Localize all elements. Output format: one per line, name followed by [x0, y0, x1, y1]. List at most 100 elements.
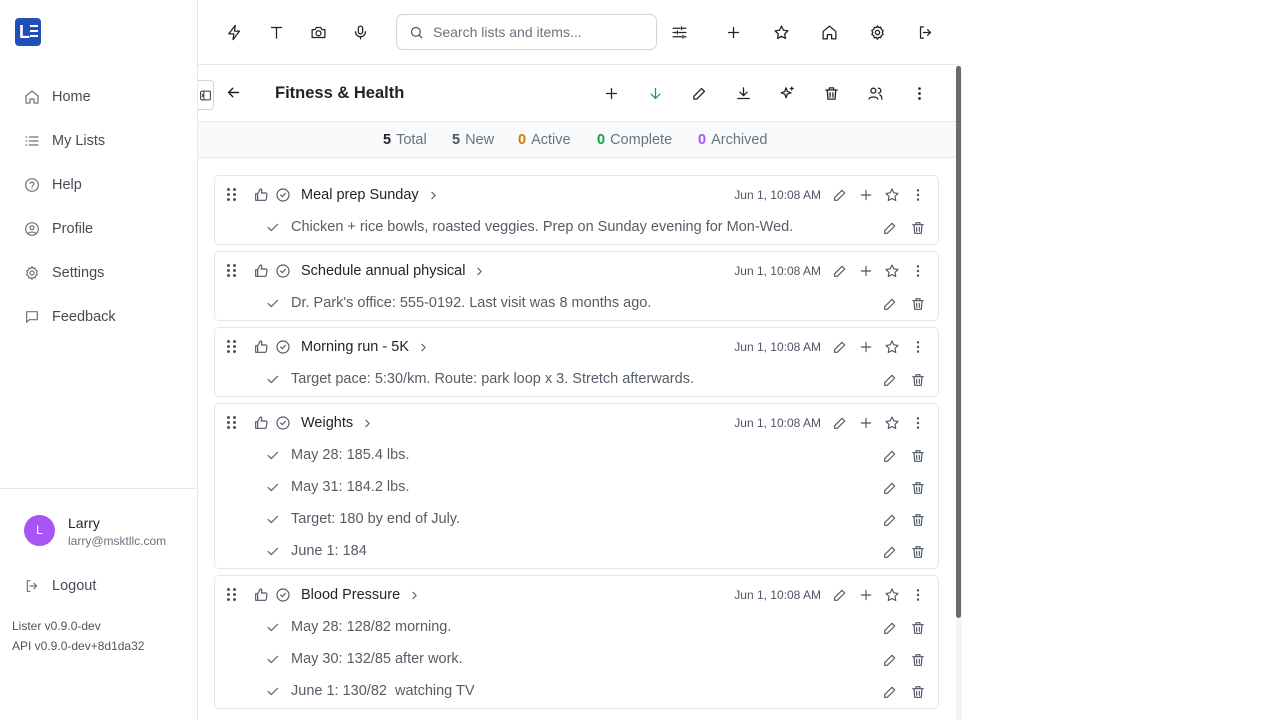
plus-button[interactable] — [857, 186, 875, 204]
sidebar-item-home[interactable]: Home — [24, 89, 91, 105]
thumbs-up-button[interactable] — [252, 262, 270, 280]
logout-button[interactable]: Logout — [24, 578, 96, 594]
check-circle-button[interactable] — [274, 586, 292, 604]
app-logo[interactable]: L — [15, 18, 41, 46]
check-icon[interactable] — [265, 620, 280, 638]
more-options-button[interactable] — [910, 84, 928, 102]
signout-button[interactable] — [915, 22, 935, 42]
sidebar-item-help[interactable]: Help — [24, 177, 82, 193]
quick-add-button[interactable] — [224, 22, 244, 42]
check-icon[interactable] — [265, 296, 280, 314]
thumbs-up-button[interactable] — [252, 414, 270, 432]
check-icon[interactable] — [265, 372, 280, 390]
home-button[interactable] — [819, 22, 839, 42]
stat-new[interactable]: 5 New — [452, 132, 494, 148]
trash-button[interactable] — [909, 683, 927, 701]
avatar[interactable]: L — [24, 515, 55, 546]
stat-complete[interactable]: 0 Complete — [597, 132, 672, 148]
delete-list-button[interactable] — [822, 84, 840, 102]
drag-handle-icon[interactable] — [227, 188, 237, 202]
thumbs-up-button[interactable] — [252, 186, 270, 204]
trash-button[interactable] — [909, 447, 927, 465]
check-icon[interactable] — [265, 652, 280, 670]
pencil-button[interactable] — [881, 511, 899, 529]
edit-list-button[interactable] — [690, 84, 708, 102]
plus-button[interactable] — [857, 262, 875, 280]
check-circle-button[interactable] — [274, 262, 292, 280]
drag-handle-icon[interactable] — [227, 340, 237, 354]
pencil-button[interactable] — [831, 586, 849, 604]
camera-button[interactable] — [308, 22, 328, 42]
trash-button[interactable] — [909, 371, 927, 389]
pencil-button[interactable] — [881, 683, 899, 701]
more-vertical-button[interactable] — [909, 414, 927, 432]
more-vertical-button[interactable] — [909, 262, 927, 280]
plus-button[interactable] — [857, 338, 875, 356]
pencil-button[interactable] — [881, 479, 899, 497]
drag-handle-icon[interactable] — [227, 264, 237, 278]
more-vertical-button[interactable] — [909, 586, 927, 604]
check-icon[interactable] — [265, 220, 280, 238]
add-item-button[interactable] — [602, 84, 620, 102]
stat-archived[interactable]: 0 Archived — [698, 132, 768, 148]
trash-button[interactable] — [909, 619, 927, 637]
drag-handle-icon[interactable] — [227, 588, 237, 602]
drag-handle-icon[interactable] — [227, 416, 237, 430]
sidebar-item-profile[interactable]: Profile — [24, 221, 93, 237]
pencil-button[interactable] — [881, 543, 899, 561]
back-button[interactable] — [225, 84, 242, 104]
thumbs-up-button[interactable] — [252, 586, 270, 604]
stat-active[interactable]: 0 Active — [518, 132, 571, 148]
check-icon[interactable] — [265, 684, 280, 702]
trash-button[interactable] — [909, 511, 927, 529]
favorites-button[interactable] — [771, 22, 791, 42]
thumbs-up-button[interactable] — [252, 338, 270, 356]
check-icon[interactable] — [265, 544, 280, 562]
plus-button[interactable] — [857, 414, 875, 432]
search-box[interactable] — [396, 14, 657, 50]
check-circle-button[interactable] — [274, 186, 292, 204]
trash-button[interactable] — [909, 295, 927, 313]
trash-button[interactable] — [909, 543, 927, 561]
item-title[interactable]: Schedule annual physical — [301, 263, 486, 279]
plus-button[interactable] — [857, 586, 875, 604]
settings-button[interactable] — [867, 22, 887, 42]
star-button[interactable] — [883, 414, 901, 432]
voice-button[interactable] — [350, 22, 370, 42]
check-icon[interactable] — [265, 448, 280, 466]
star-button[interactable] — [883, 586, 901, 604]
trash-button[interactable] — [909, 479, 927, 497]
check-circle-button[interactable] — [274, 414, 292, 432]
toggle-sidebar-button[interactable] — [198, 80, 214, 110]
trash-button[interactable] — [909, 219, 927, 237]
pencil-button[interactable] — [831, 262, 849, 280]
search-input[interactable] — [433, 24, 643, 40]
pencil-button[interactable] — [831, 186, 849, 204]
star-button[interactable] — [883, 186, 901, 204]
sort-button[interactable] — [646, 84, 664, 102]
pencil-button[interactable] — [831, 338, 849, 356]
filter-button[interactable] — [669, 22, 689, 42]
pencil-button[interactable] — [881, 651, 899, 669]
trash-button[interactable] — [909, 651, 927, 669]
more-vertical-button[interactable] — [909, 186, 927, 204]
sidebar-item-my-lists[interactable]: My Lists — [24, 133, 105, 149]
item-title[interactable]: Blood Pressure — [301, 587, 421, 603]
download-button[interactable] — [734, 84, 752, 102]
pencil-button[interactable] — [881, 295, 899, 313]
item-title[interactable]: Meal prep Sunday — [301, 187, 440, 203]
pencil-button[interactable] — [831, 414, 849, 432]
check-icon[interactable] — [265, 512, 280, 530]
sidebar-item-feedback[interactable]: Feedback — [24, 309, 116, 325]
check-circle-button[interactable] — [274, 338, 292, 356]
stat-total[interactable]: 5 Total — [383, 132, 427, 148]
scrollbar-thumb[interactable] — [956, 66, 961, 618]
item-title[interactable]: Weights — [301, 415, 374, 431]
pencil-button[interactable] — [881, 447, 899, 465]
item-title[interactable]: Morning run - 5K — [301, 339, 430, 355]
pencil-button[interactable] — [881, 371, 899, 389]
ai-assist-button[interactable] — [778, 84, 796, 102]
share-button[interactable] — [866, 84, 884, 102]
check-icon[interactable] — [265, 480, 280, 498]
pencil-button[interactable] — [881, 219, 899, 237]
